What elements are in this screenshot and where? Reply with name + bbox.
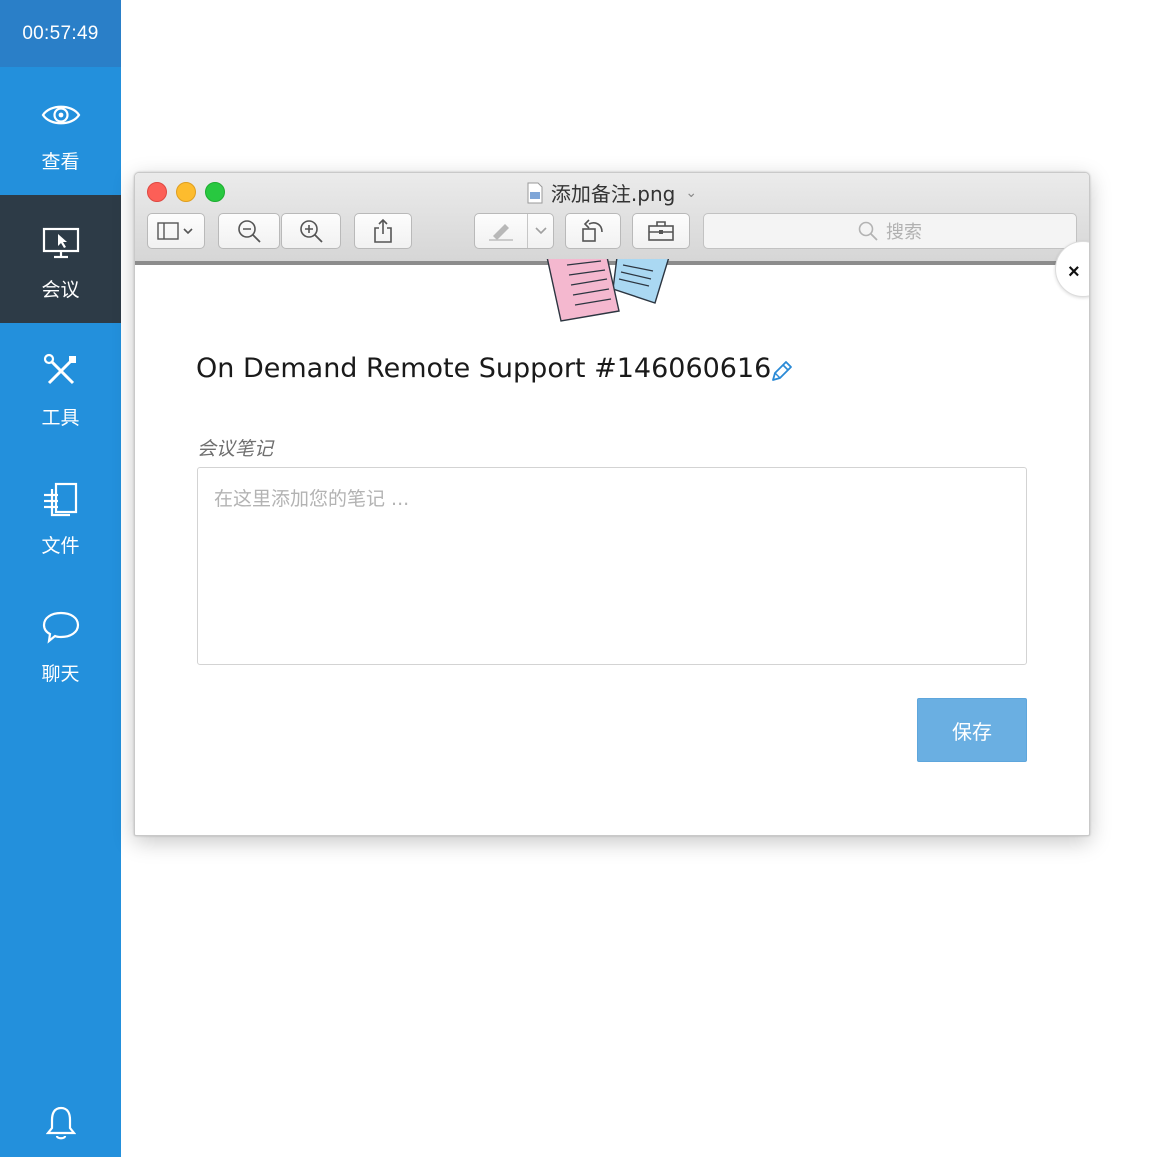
files-icon [39,477,83,521]
session-title: On Demand Remote Support #146060616 [196,353,772,384]
search-field[interactable]: 搜索 [703,213,1077,249]
markup-pen-icon [489,224,513,241]
sidebar-item-label: 工具 [41,407,80,429]
toolbox-icon [648,221,674,241]
preview-window: 添加备注.png ⌄ 搜索 × On Demand Remote Support… [134,172,1090,836]
sidebar-item-label: 聊天 [41,663,80,685]
chat-bubble-icon [39,605,83,649]
share-button[interactable] [354,213,412,249]
sidebar: 00:57:49 查看 会议 工具 文件 聊天 [0,0,121,1157]
close-icon: × [1068,261,1080,283]
image-file-icon [527,182,543,203]
rotate-icon [582,219,603,242]
tools-icon [39,349,83,393]
sidebar-item-label: 查看 [41,151,80,173]
sidebar-toggle-icon [157,222,193,240]
document-content: × On Demand Remote Support #146060616 会议… [135,241,1089,833]
notes-label: 会议笔记 [197,438,274,460]
search-icon [858,221,878,241]
markup-button[interactable] [475,214,527,248]
sidebar-toggle-button[interactable] [147,213,205,249]
sidebar-item-tools[interactable]: 工具 [0,323,121,451]
save-button[interactable]: 保存 [917,698,1027,762]
edit-title-button[interactable] [768,359,794,390]
share-icon [374,218,392,243]
sidebar-item-label: 会议 [41,279,80,301]
notifications-button[interactable] [0,1103,121,1147]
eye-icon [39,93,83,137]
pencil-icon [772,361,792,381]
rotate-button[interactable] [565,213,621,249]
sidebar-item-label: 文件 [41,535,80,557]
sidebar-item-files[interactable]: 文件 [0,451,121,579]
sidebar-item-meeting[interactable]: 会议 [0,195,121,323]
sidebar-item-view[interactable]: 查看 [0,67,121,195]
notes-illustration-icon [546,259,670,322]
bell-icon [45,1105,76,1146]
markup-button-group [474,213,554,249]
search-placeholder: 搜索 [886,222,922,243]
zoom-in-button[interactable] [281,213,341,249]
window-title-text: 添加备注.png [550,182,676,206]
window-titlebar: 添加备注.png ⌄ 搜索 [135,173,1089,265]
monitor-cursor-icon [39,221,83,265]
chevron-down-icon: ⌄ [685,184,698,201]
markup-menu-button[interactable] [527,214,553,248]
zoom-out-icon [238,220,261,243]
sidebar-item-chat[interactable]: 聊天 [0,579,121,707]
zoom-in-icon [300,220,323,243]
notes-textarea[interactable] [197,467,1027,665]
chevron-down-icon [534,227,547,235]
session-timer: 00:57:49 [0,0,121,67]
toolbox-button[interactable] [632,213,690,249]
window-title[interactable]: 添加备注.png ⌄ [135,178,1089,207]
zoom-out-button[interactable] [218,213,280,249]
